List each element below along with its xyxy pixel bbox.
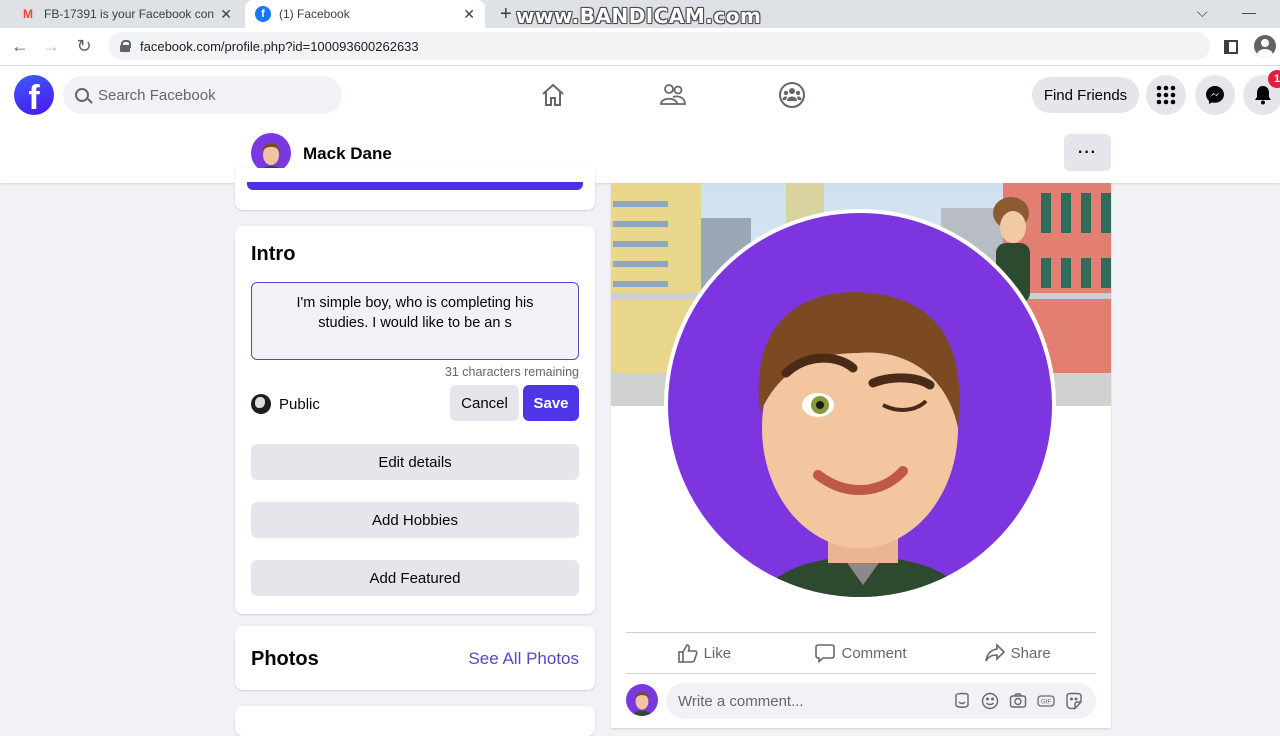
comment-button[interactable]: Comment bbox=[783, 633, 940, 673]
search-icon bbox=[75, 88, 89, 102]
new-tab-button[interactable]: + bbox=[500, 3, 512, 26]
like-button[interactable]: Like bbox=[626, 633, 783, 673]
profile-name: Mack Dane bbox=[303, 144, 392, 163]
url-text: facebook.com/profile.php?id=100093600262… bbox=[140, 38, 419, 54]
gif-icon[interactable]: GIF bbox=[1036, 691, 1056, 711]
like-label: Like bbox=[703, 644, 732, 662]
sticker-icon[interactable] bbox=[1064, 691, 1084, 711]
browser-profile-icon[interactable] bbox=[1254, 35, 1276, 57]
grid-icon bbox=[1156, 85, 1176, 105]
messenger-icon bbox=[1206, 86, 1224, 104]
notification-badge: 1 bbox=[1268, 70, 1280, 88]
gif-label: GIF bbox=[1041, 700, 1051, 706]
profile-avatar[interactable] bbox=[251, 133, 291, 173]
profile-top-card bbox=[235, 168, 595, 210]
minimize-button[interactable]: — bbox=[1242, 4, 1256, 20]
profile-picture[interactable] bbox=[664, 209, 1056, 601]
menu-grid-button[interactable] bbox=[1146, 75, 1186, 115]
add-hobbies-button[interactable]: Add Hobbies bbox=[251, 502, 579, 538]
comment-composer: Write a comment... GIF bbox=[626, 683, 1096, 719]
search-placeholder: Search Facebook bbox=[98, 86, 216, 104]
bio-input[interactable] bbox=[251, 282, 579, 360]
add-featured-button[interactable]: Add Featured bbox=[251, 560, 579, 596]
profile-picture-post: Like Comment Share Write a comment... GI… bbox=[611, 183, 1111, 728]
address-bar-row: ← → ↻ facebook.com/profile.php?id=100093… bbox=[0, 28, 1280, 66]
profile-sticky-bar: Mack Dane ··· bbox=[0, 124, 1280, 183]
see-all-photos-link[interactable]: See All Photos bbox=[468, 649, 579, 669]
intro-card: Intro 31 characters remaining Public Can… bbox=[235, 226, 595, 614]
post-actions: Like Comment Share bbox=[626, 632, 1096, 674]
audience-selector[interactable]: Public bbox=[251, 394, 320, 414]
photos-title: Photos bbox=[251, 648, 319, 670]
lock-icon bbox=[120, 40, 131, 52]
tab-search-icon[interactable]: ⌵ bbox=[1197, 4, 1208, 21]
reload-icon[interactable]: ↻ bbox=[73, 36, 95, 57]
avatar-image bbox=[758, 292, 963, 597]
share-button[interactable]: Share bbox=[939, 633, 1096, 673]
groups-icon[interactable] bbox=[775, 78, 809, 112]
search-input[interactable]: Search Facebook bbox=[63, 76, 342, 114]
messenger-button[interactable] bbox=[1195, 75, 1235, 115]
share-label: Share bbox=[1010, 644, 1051, 662]
friends-icon[interactable] bbox=[656, 78, 690, 112]
tab-title: FB-17391 is your Facebook confi bbox=[44, 7, 215, 21]
photos-card: Photos See All Photos bbox=[235, 626, 595, 690]
bell-icon bbox=[1255, 86, 1271, 105]
comment-icon bbox=[815, 644, 836, 663]
browser-tab-facebook[interactable]: f (1) Facebook ✕ bbox=[245, 0, 485, 28]
avatar-sticker-icon[interactable] bbox=[952, 691, 972, 711]
comment-label: Comment bbox=[841, 644, 907, 662]
forward-icon[interactable]: → bbox=[40, 36, 62, 57]
next-card bbox=[235, 706, 595, 736]
save-button[interactable]: Save bbox=[523, 385, 579, 421]
browser-tab-bar: M FB-17391 is your Facebook confi ✕ f (1… bbox=[0, 0, 1280, 28]
edit-details-button[interactable]: Edit details bbox=[251, 444, 579, 480]
facebook-logo[interactable]: f bbox=[14, 75, 54, 115]
globe-icon bbox=[251, 394, 271, 414]
camera-icon[interactable] bbox=[1008, 691, 1028, 711]
characters-remaining: 31 characters remaining bbox=[444, 365, 579, 379]
close-tab-icon[interactable]: ✕ bbox=[220, 6, 232, 23]
back-icon[interactable]: ← bbox=[9, 36, 31, 57]
intro-title: Intro bbox=[251, 243, 296, 265]
more-options-button[interactable]: ··· bbox=[1064, 134, 1111, 171]
cancel-button[interactable]: Cancel bbox=[450, 385, 519, 421]
comment-placeholder: Write a comment... bbox=[678, 692, 804, 710]
home-icon[interactable] bbox=[536, 78, 570, 112]
commenter-avatar[interactable] bbox=[626, 684, 658, 716]
side-panel-icon[interactable] bbox=[1224, 40, 1238, 54]
comment-tools: GIF bbox=[952, 691, 1084, 711]
browser-tab-gmail[interactable]: M FB-17391 is your Facebook confi ✕ bbox=[10, 0, 242, 28]
url-input[interactable]: facebook.com/profile.php?id=100093600262… bbox=[108, 32, 1210, 60]
share-icon bbox=[984, 643, 1005, 662]
facebook-header: f Search Facebook Find Friends 1 bbox=[0, 66, 1280, 124]
facebook-icon: f bbox=[255, 6, 271, 22]
gmail-icon: M bbox=[23, 7, 33, 21]
thumbs-up-icon bbox=[677, 644, 698, 663]
emoji-icon[interactable] bbox=[980, 691, 1000, 711]
find-friends-button[interactable]: Find Friends bbox=[1032, 77, 1139, 113]
audience-label: Public bbox=[279, 395, 320, 413]
accent-button-edge[interactable] bbox=[247, 182, 583, 190]
recording-watermark: www.BANDICAM.com bbox=[516, 4, 762, 28]
close-tab-icon[interactable]: ✕ bbox=[463, 6, 475, 23]
tab-title: (1) Facebook bbox=[279, 7, 350, 21]
comment-input[interactable]: Write a comment... GIF bbox=[666, 683, 1096, 719]
